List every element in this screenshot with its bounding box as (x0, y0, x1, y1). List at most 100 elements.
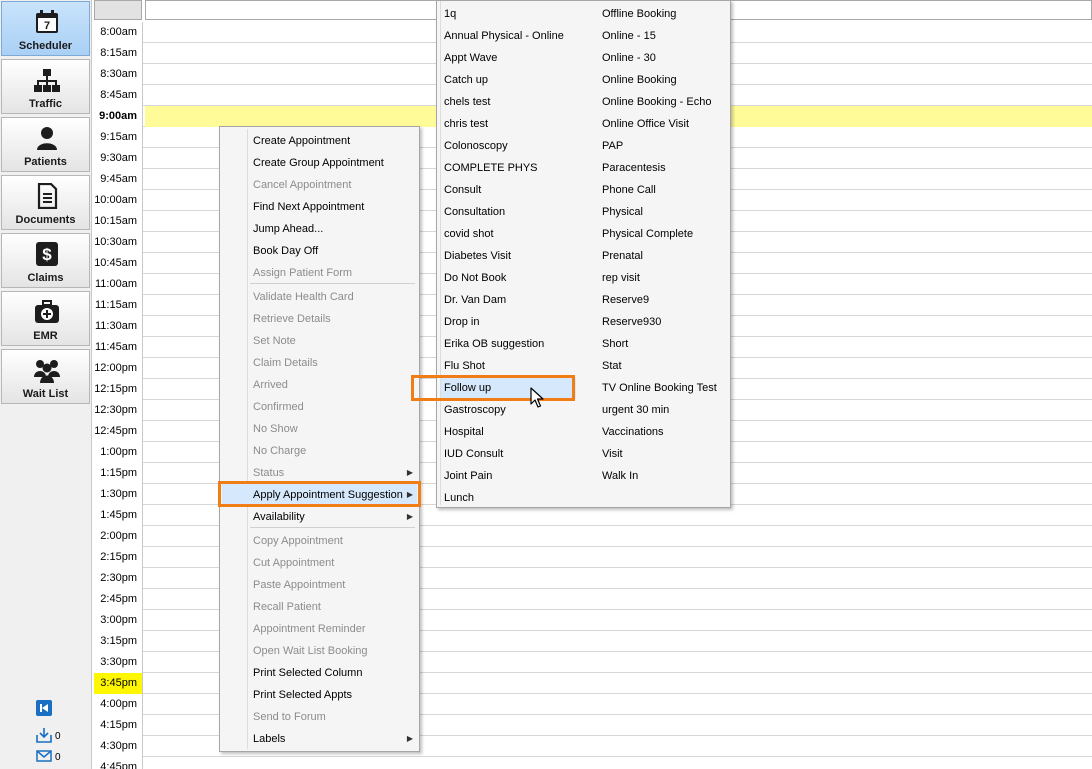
suggestion-item-chris-test[interactable]: chris test (441, 113, 576, 135)
mouse-cursor-icon (530, 387, 544, 408)
suggestion-item-1q[interactable]: 1q (441, 3, 576, 25)
suggestion-item-short[interactable]: Short (600, 333, 728, 355)
time-label: 1:30pm (94, 484, 143, 505)
suggestion-item-reserve9[interactable]: Reserve9 (600, 289, 728, 311)
suggestion-item-drop-in[interactable]: Drop in (441, 311, 576, 333)
inbox-download-icon[interactable] (36, 727, 52, 743)
time-label: 11:45am (94, 337, 143, 358)
suggestion-item-tv-online-booking-test[interactable]: TV Online Booking Test (600, 377, 728, 399)
menu-item-cancel-appointment[interactable]: Cancel Appointment (222, 174, 417, 196)
sidebar-item-label: Documents (15, 214, 76, 226)
menu-item-label: Open Wait List Booking (253, 645, 368, 657)
suggestion-item-erika-ob-suggestion[interactable]: Erika OB suggestion (441, 333, 576, 355)
suggestion-item-consult[interactable]: Consult (441, 179, 576, 201)
menu-item-arrived[interactable]: Arrived (222, 374, 417, 396)
suggestion-item-complete-phys[interactable]: COMPLETE PHYS (441, 157, 576, 179)
menu-item-retrieve-details[interactable]: Retrieve Details (222, 308, 417, 330)
suggestion-item-visit[interactable]: Visit (600, 443, 728, 465)
menu-item-recall-patient[interactable]: Recall Patient (222, 596, 417, 618)
sidebar-item-documents[interactable]: Documents (1, 175, 90, 230)
menu-item-find-next-appointment[interactable]: Find Next Appointment (222, 196, 417, 218)
time-slot-row[interactable]: 4:45pm (94, 757, 1092, 769)
appointment-slot[interactable] (145, 757, 1092, 769)
suggestion-item-appt-wave[interactable]: Appt Wave (441, 47, 576, 69)
time-label: 9:15am (94, 127, 143, 148)
suggestion-item-prenatal[interactable]: Prenatal (600, 245, 728, 267)
menu-item-paste-appointment[interactable]: Paste Appointment (222, 574, 417, 596)
menu-item-confirmed[interactable]: Confirmed (222, 396, 417, 418)
suggestion-item-rep-visit[interactable]: rep visit (600, 267, 728, 289)
suggestion-item-physical[interactable]: Physical (600, 201, 728, 223)
menu-item-jump-ahead[interactable]: Jump Ahead... (222, 218, 417, 240)
menu-item-set-note[interactable]: Set Note (222, 330, 417, 352)
skip-back-icon[interactable] (36, 700, 52, 716)
sidebar-item-traffic[interactable]: Traffic (1, 59, 90, 114)
suggestion-item-online-15[interactable]: Online - 15 (600, 25, 728, 47)
menu-item-validate-health-card[interactable]: Validate Health Card (222, 286, 417, 308)
menu-item-print-selected-column[interactable]: Print Selected Column (222, 662, 417, 684)
menu-item-label: Cancel Appointment (253, 179, 352, 191)
menu-item-status[interactable]: Status ▶ (222, 462, 417, 484)
sidebar-item-scheduler[interactable]: 7 Scheduler (1, 1, 90, 56)
suggestion-item-follow-up[interactable]: Follow up (441, 377, 576, 399)
time-label: 2:15pm (94, 547, 143, 568)
mail-icon[interactable] (36, 748, 52, 764)
medical-kit-icon (35, 300, 59, 323)
suggestion-item-diabetes-visit[interactable]: Diabetes Visit (441, 245, 576, 267)
suggestion-item-online-30[interactable]: Online - 30 (600, 47, 728, 69)
suggestion-item-covid-shot[interactable]: covid shot (441, 223, 576, 245)
menu-item-availability[interactable]: Availability ▶ (222, 506, 417, 528)
suggestion-item-online-booking[interactable]: Online Booking (600, 69, 728, 91)
suggestion-item-stat[interactable]: Stat (600, 355, 728, 377)
menu-item-print-selected-appts[interactable]: Print Selected Appts (222, 684, 417, 706)
suggestion-item-online-booking-echo[interactable]: Online Booking - Echo (600, 91, 728, 113)
suggestion-item-annual-physical-online[interactable]: Annual Physical - Online (441, 25, 576, 47)
menu-item-claim-details[interactable]: Claim Details (222, 352, 417, 374)
menu-item-no-show[interactable]: No Show (222, 418, 417, 440)
suggestion-item-walk-in[interactable]: Walk In (600, 465, 728, 487)
menu-item-create-group-appointment[interactable]: Create Group Appointment (222, 152, 417, 174)
suggestion-item-catch-up[interactable]: Catch up (441, 69, 576, 91)
suggestion-item-gastroscopy[interactable]: Gastroscopy (441, 399, 576, 421)
menu-item-book-day-off[interactable]: Book Day Off (222, 240, 417, 262)
suggestion-item-colonoscopy[interactable]: Colonoscopy (441, 135, 576, 157)
suggestion-item-offline-booking[interactable]: Offline Booking (600, 3, 728, 25)
suggestion-item-phone-call[interactable]: Phone Call (600, 179, 728, 201)
suggestion-item-hospital[interactable]: Hospital (441, 421, 576, 443)
menu-item-no-charge[interactable]: No Charge (222, 440, 417, 462)
menu-item-label: Appointment Reminder (253, 623, 366, 635)
menu-item-apply-appointment-suggestion[interactable]: Apply Appointment Suggestion ▶ (222, 484, 417, 506)
suggestion-item-dr-van-dam[interactable]: Dr. Van Dam (441, 289, 576, 311)
time-label: 10:15am (94, 211, 143, 232)
suggestion-item-online-office-visit[interactable]: Online Office Visit (600, 113, 728, 135)
person-icon (37, 127, 57, 150)
suggestion-item-lunch[interactable]: Lunch (441, 487, 576, 509)
svg-text:$: $ (42, 245, 52, 264)
time-label: 12:00pm (94, 358, 143, 379)
menu-item-assign-patient-form[interactable]: Assign Patient Form (222, 262, 417, 284)
menu-item-open-wait-list-booking[interactable]: Open Wait List Booking (222, 640, 417, 662)
suggestion-item-joint-pain[interactable]: Joint Pain (441, 465, 576, 487)
suggestion-item-pap[interactable]: PAP (600, 135, 728, 157)
menu-item-copy-appointment[interactable]: Copy Appointment (222, 530, 417, 552)
menu-item-appointment-reminder[interactable]: Appointment Reminder (222, 618, 417, 640)
menu-item-cut-appointment[interactable]: Cut Appointment (222, 552, 417, 574)
suggestion-item-reserve930[interactable]: Reserve930 (600, 311, 728, 333)
suggestion-item-chels-test[interactable]: chels test (441, 91, 576, 113)
menu-item-send-to-forum[interactable]: Send to Forum (222, 706, 417, 728)
suggestion-item-urgent-30-min[interactable]: urgent 30 min (600, 399, 728, 421)
suggestion-item-flu-shot[interactable]: Flu Shot (441, 355, 576, 377)
suggestion-item-vaccinations[interactable]: Vaccinations (600, 421, 728, 443)
menu-item-label: Set Note (253, 335, 296, 347)
menu-item-create-appointment[interactable]: Create Appointment (222, 130, 417, 152)
suggestion-item-do-not-book[interactable]: Do Not Book (441, 267, 576, 289)
suggestion-item-consultation[interactable]: Consultation (441, 201, 576, 223)
sidebar-item-wait-list[interactable]: Wait List (1, 349, 90, 404)
suggestion-item-paracentesis[interactable]: Paracentesis (600, 157, 728, 179)
suggestion-item-iud-consult[interactable]: IUD Consult (441, 443, 576, 465)
sidebar-item-emr[interactable]: EMR (1, 291, 90, 346)
sidebar-item-patients[interactable]: Patients (1, 117, 90, 172)
suggestion-item-physical-complete[interactable]: Physical Complete (600, 223, 728, 245)
menu-item-labels[interactable]: Labels ▶ (222, 728, 417, 750)
sidebar-item-claims[interactable]: $ Claims (1, 233, 90, 288)
